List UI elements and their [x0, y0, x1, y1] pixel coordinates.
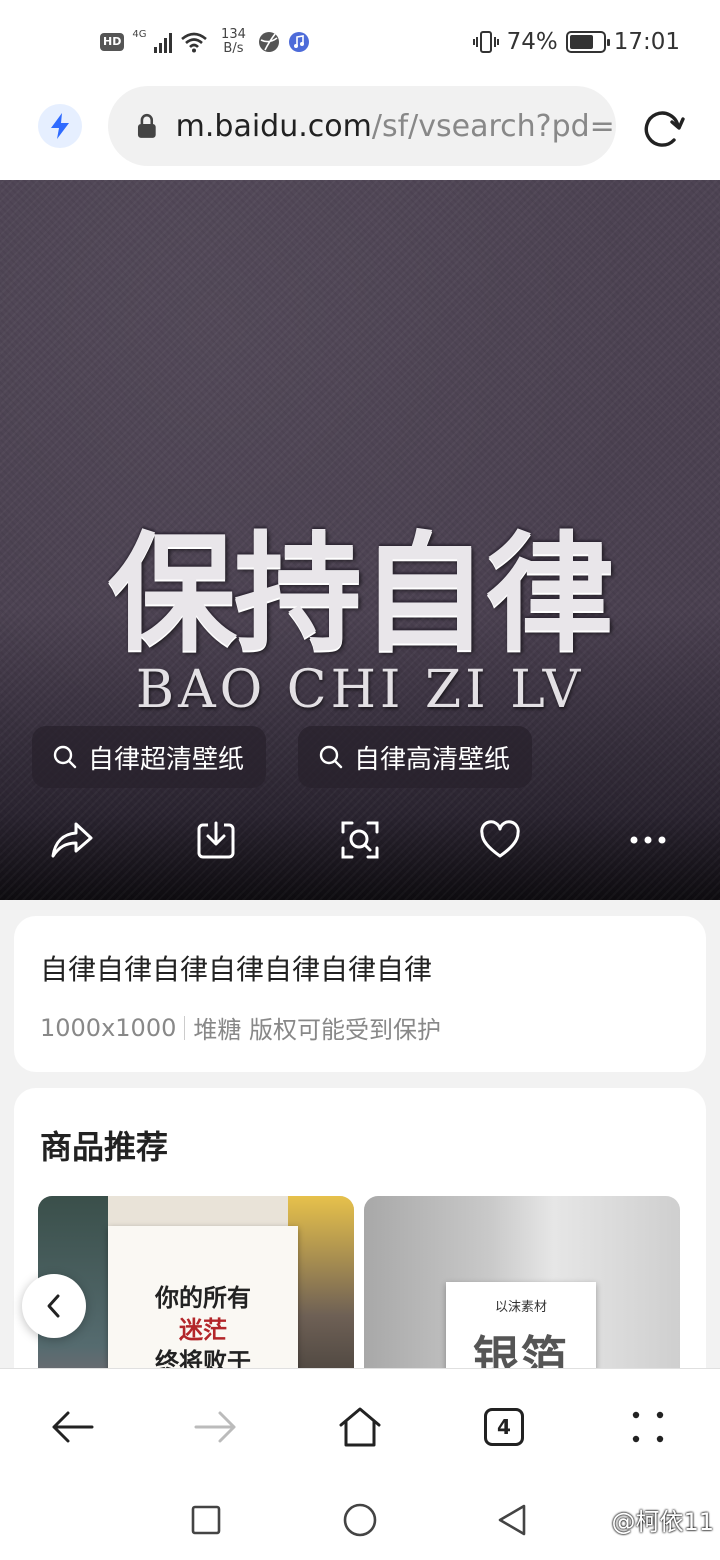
share-icon	[51, 822, 93, 858]
battery-icon	[565, 31, 610, 53]
download-icon	[197, 821, 235, 859]
triangle-back-icon	[498, 1504, 526, 1536]
tab-count: 4	[484, 1408, 524, 1446]
url-domain: m.baidu.com	[175, 108, 372, 144]
url-text: m.baidu.com/sf/vsearch?pd=i	[176, 109, 616, 144]
home-button[interactable]	[332, 1399, 388, 1455]
related-search-chip-1[interactable]: 自律超清壁纸	[32, 726, 267, 788]
square-icon	[191, 1505, 221, 1535]
browser-toolbar: m.baidu.com/sf/vsearch?pd=i	[0, 84, 720, 180]
watermark: @柯依11	[611, 1508, 714, 1536]
status-left: HD 4G 134 B/s	[100, 24, 310, 60]
circle-icon	[343, 1503, 377, 1537]
more-button[interactable]	[624, 816, 672, 864]
chip-label: 自律高清壁纸	[354, 744, 511, 775]
arrow-left-icon	[52, 1411, 94, 1443]
foil-brand: 以沫素材	[494, 1300, 547, 1315]
image-actions	[0, 816, 720, 872]
book-line-2: 迷茫	[179, 1315, 227, 1344]
heart-icon	[480, 820, 520, 858]
menu-dots-icon	[632, 1411, 664, 1443]
reload-icon	[644, 111, 685, 147]
section-title: 商品推荐	[40, 1128, 169, 1166]
image-search-button[interactable]	[336, 816, 384, 864]
url-path: /sf/vsearch?pd=i	[371, 108, 616, 144]
network-type: 4G	[132, 28, 147, 40]
lock-icon	[137, 113, 156, 138]
download-button[interactable]	[192, 816, 240, 864]
speed-unit: B/s	[223, 41, 244, 56]
product-photo-top	[108, 1196, 288, 1226]
recents-button[interactable]	[186, 1500, 226, 1540]
related-search-chip-2[interactable]: 自律高清壁纸	[298, 726, 533, 788]
search-icon	[53, 745, 77, 769]
vibrate-icon	[472, 31, 499, 53]
forward-button[interactable]	[188, 1399, 244, 1455]
book-line-1: 你的所有	[155, 1283, 251, 1312]
hero-image[interactable]: 保持自律 BAO CHI ZI LV 自律超清壁纸 自律高清壁纸	[0, 180, 720, 900]
system-nav-bar: @柯依11	[0, 1480, 720, 1560]
reload-button[interactable]	[638, 104, 688, 154]
system-back-button[interactable]	[492, 1500, 532, 1540]
speed-mode-button[interactable]	[38, 104, 82, 148]
hd-badge: HD	[100, 33, 125, 51]
favorite-button[interactable]	[476, 816, 524, 864]
share-button[interactable]	[48, 816, 96, 864]
image-source[interactable]: 堆糖 版权可能受到保护	[193, 1010, 441, 1045]
lightning-icon	[51, 113, 69, 139]
meta-divider	[184, 1015, 186, 1040]
battery-fill	[569, 35, 594, 49]
scroll-left-button[interactable]	[22, 1274, 86, 1338]
scan-icon	[341, 821, 379, 859]
music-icon	[289, 32, 310, 52]
battery-percent: 74%	[506, 29, 558, 55]
address-bar[interactable]: m.baidu.com/sf/vsearch?pd=i	[108, 86, 616, 166]
signal-icon	[154, 31, 173, 53]
network-speed: 134 B/s	[216, 28, 250, 56]
clock: 17:01	[613, 29, 680, 55]
search-icon	[319, 745, 343, 769]
wifi-icon	[181, 32, 208, 53]
menu-button[interactable]	[620, 1399, 676, 1455]
system-home-button[interactable]	[340, 1500, 380, 1540]
status-right: 74% 17:01	[472, 24, 680, 60]
tabs-button[interactable]: 4	[476, 1399, 532, 1455]
chip-label: 自律超清壁纸	[88, 744, 245, 775]
hero-title: 保持自律	[107, 519, 614, 669]
image-info-card: 自律自律自律自律自律自律自律 1000x1000 堆糖 版权可能受到保护	[14, 916, 706, 1072]
home-icon	[339, 1407, 381, 1447]
browser-bottom-nav: 4	[0, 1368, 720, 1480]
image-title: 自律自律自律自律自律自律自律	[40, 953, 433, 986]
status-bar: HD 4G 134 B/s 74% 17:01	[0, 0, 720, 84]
back-button[interactable]	[44, 1399, 100, 1455]
image-resolution: 1000x1000	[40, 1013, 177, 1042]
globe-icon	[259, 32, 280, 52]
chevron-left-icon	[47, 1294, 60, 1318]
arrow-right-icon	[194, 1411, 236, 1443]
more-icon	[630, 836, 666, 844]
hero-subtitle: BAO CHI ZI LV	[135, 660, 585, 720]
speed-value: 134	[221, 27, 246, 42]
image-meta: 1000x1000 堆糖 版权可能受到保护	[40, 1010, 441, 1045]
